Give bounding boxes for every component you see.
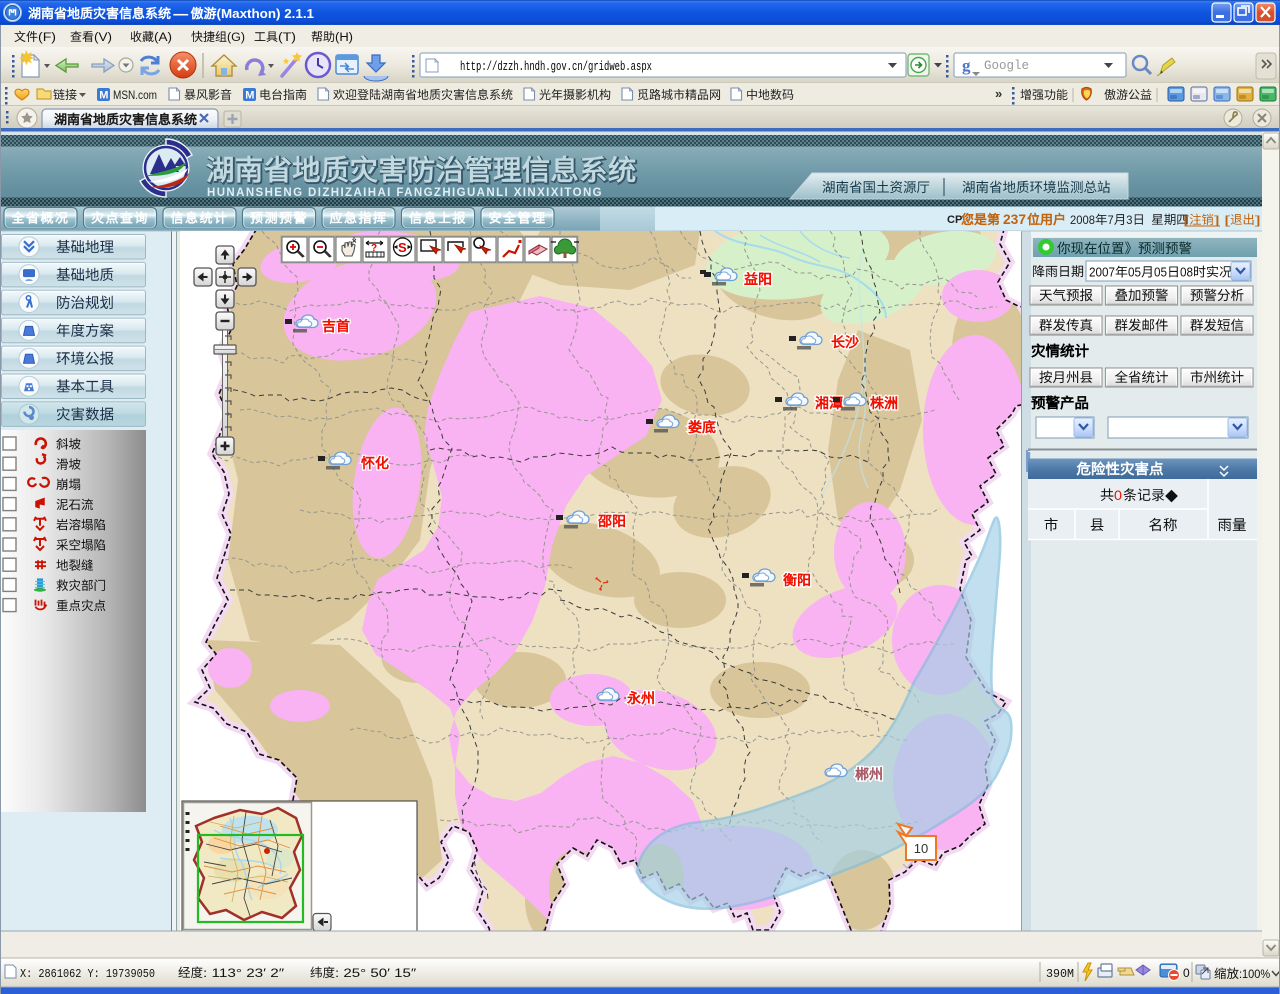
- svg-text:0: 0: [1183, 966, 1190, 980]
- svg-text::100%: :100%: [1239, 967, 1270, 981]
- svg-text:2007: 2007: [1089, 266, 1115, 280]
- svg-text:2008: 2008: [1070, 213, 1095, 227]
- svg-text:M: M: [99, 90, 108, 102]
- svg-text:HUNANSHENG DIZHIZAIHAI FANGZHI: HUNANSHENG DIZHIZAIHAI FANGZHIGUANLI XIN…: [207, 187, 603, 199]
- svg-text:http://dzzh.hndh.gov.cn/gridwe: http://dzzh.hndh.gov.cn/gridweb.aspx: [460, 60, 652, 74]
- svg-text:(A): (A): [154, 32, 172, 44]
- svg-text:X: 2861062 Y: 19739050: X: 2861062 Y: 19739050: [20, 967, 155, 981]
- svg-text:0: 0: [1114, 487, 1122, 503]
- svg-text:]: ]: [1255, 213, 1261, 227]
- svg-text:M: M: [245, 90, 254, 102]
- svg-text:(Maxthon) 2.1.1: (Maxthon) 2.1.1: [217, 7, 315, 21]
- svg-text:MSN.com: MSN.com: [113, 88, 157, 102]
- svg-text:(V): (V): [94, 32, 112, 44]
- svg-text:3: 3: [1126, 213, 1132, 227]
- svg-text:237: 237: [1003, 212, 1026, 227]
- svg-text:: 113° 23′ 2″: : 113° 23′ 2″: [203, 966, 285, 980]
- svg-text:08: 08: [1180, 266, 1193, 280]
- svg-text:10: 10: [914, 841, 928, 856]
- svg-text:g: g: [962, 56, 971, 75]
- svg-text:(G): (G): [227, 32, 245, 44]
- svg-text:(F): (F): [38, 32, 56, 44]
- svg-text:-: -: [171, 7, 191, 21]
- svg-text:»: »: [995, 86, 1002, 101]
- svg-text:05: 05: [1154, 266, 1167, 280]
- svg-text:390M: 390M: [1046, 967, 1074, 981]
- svg-text:: 25° 50′ 15″: : 25° 50′ 15″: [335, 966, 417, 980]
- svg-text:7: 7: [1108, 213, 1114, 227]
- svg-text:S: S: [398, 240, 407, 255]
- svg-text:]: ]: [1214, 213, 1220, 227]
- svg-text:Google: Google: [984, 59, 1029, 73]
- svg-text:(T): (T): [278, 32, 296, 44]
- svg-text:CP: CP: [947, 214, 962, 226]
- svg-text:05: 05: [1128, 266, 1141, 280]
- svg-text:(H): (H): [335, 32, 353, 44]
